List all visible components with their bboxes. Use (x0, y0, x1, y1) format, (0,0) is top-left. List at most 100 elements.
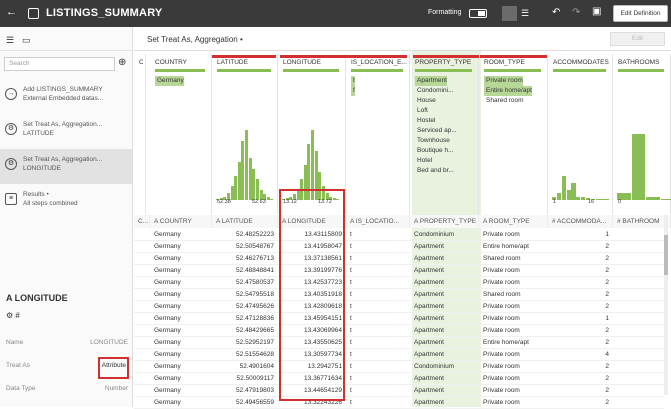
category-value[interactable]: Boutique h... (415, 146, 454, 156)
category-value[interactable]: Germany (155, 76, 184, 86)
column-profile-property_type[interactable]: PROPERTY_TYPEApartmentCondomini...HouseL… (410, 54, 479, 214)
steps-icon[interactable]: ☰ (6, 35, 14, 46)
table-cell: t (350, 385, 406, 397)
category-value[interactable]: House (415, 96, 436, 106)
column-name: ROOM_TYPE (484, 59, 545, 66)
table-row[interactable]: Germany52.4825222313.43115809tCondominiu… (134, 229, 664, 241)
category-value[interactable]: Hotel (415, 156, 432, 166)
add-step-icon[interactable]: ⊕ (118, 57, 126, 68)
properties-tabs[interactable]: ⚙ # (6, 311, 20, 320)
column-profile-is_location_e...[interactable]: IS_LOCATION_E...tf (346, 54, 410, 214)
property-underline (413, 55, 479, 58)
edit-definition-button[interactable]: Edit Definition (613, 5, 668, 22)
edit-button[interactable]: Edit (610, 32, 665, 46)
search-input[interactable]: Search (4, 57, 115, 71)
category-value[interactable]: Shared room (484, 96, 524, 106)
histogram-bar (581, 197, 585, 201)
left-panel: ☰ ▭ Search ⊕ → Add LISTINGS_SUMMARYExter… (0, 27, 133, 407)
step-results[interactable]: ≡ Results •All steps combined (0, 184, 132, 219)
undo-icon[interactable]: ↶ (552, 7, 560, 18)
data-icon[interactable]: ▭ (22, 35, 31, 46)
table-row[interactable]: Germany52.4749562613.42809618tApartmentP… (134, 301, 664, 313)
vertical-scrollbar[interactable] (664, 215, 668, 395)
histogram (216, 122, 276, 200)
table-cell: 52.52952197 (216, 337, 274, 349)
step-latitude[interactable]: ⚙ Set Treat As, Aggregation...LATITUDE (0, 114, 132, 149)
category-value[interactable]: Townhouse (415, 136, 450, 146)
table-row[interactable]: Germany52.4627671313.37138561tApartmentS… (134, 253, 664, 265)
table-cell: Shared room (483, 253, 544, 265)
histogram-bar (557, 193, 561, 200)
column-profile-room_type[interactable]: ROOM_TYPE Private roomEntire home/aptShar… (479, 54, 548, 214)
table-cell: Shared room (483, 289, 544, 301)
table-cell: Apartment (414, 385, 475, 397)
grid-header-2[interactable]: A LATITUDE (212, 215, 278, 228)
histogram-bar (600, 199, 604, 200)
category-value[interactable]: Serviced ap... (415, 126, 457, 136)
formatting-toggle[interactable] (469, 9, 487, 18)
category-value[interactable]: Loft (415, 106, 428, 116)
grid-header-7[interactable]: # ACCOMMODA... (548, 215, 613, 228)
back-arrow-icon[interactable]: ← (6, 6, 17, 18)
step-add-dataset[interactable]: → Add LISTINGS_SUMMARYExternal Embedded … (0, 79, 132, 114)
column-profile-oe[interactable]: OE (134, 54, 146, 214)
table-row[interactable]: Germany52.5479551813.40351918tApartmentS… (134, 289, 664, 301)
grid-header-1[interactable]: A COUNTRY (150, 215, 212, 228)
grid-header-5[interactable]: A PROPERTY_TYPE (410, 215, 479, 228)
column-profile-country[interactable]: COUNTRYGermany (150, 54, 212, 214)
table-row[interactable]: Germany52.5000911713.36771634tApartmentP… (134, 373, 664, 385)
histogram-bar (576, 197, 580, 201)
step-header: Set Treat As, Aggregation • Edit (134, 27, 671, 51)
location-underline (347, 55, 407, 58)
table-cell: 52.48848841 (216, 265, 274, 277)
grid-header-8[interactable]: # BATHROOM (613, 215, 671, 228)
grid-header-0[interactable]: C... (134, 215, 150, 228)
category-value[interactable]: Entire home/apt (484, 86, 532, 96)
grid-header-6[interactable]: A ROOM_TYPE (479, 215, 548, 228)
table-row[interactable]: Germany52.5155462813.30597734tApartmentP… (134, 349, 664, 361)
table-row[interactable]: Germany52.4842966513.43069964tApartmentP… (134, 325, 664, 337)
category-value[interactable]: Private room (484, 76, 523, 86)
table-row[interactable]: Germany52.5295219713.43550625tApartmentE… (134, 337, 664, 349)
histogram-bar (605, 199, 609, 200)
column-profile-bathrooms[interactable]: BATHROOMS0 (613, 54, 671, 214)
table-cell: Condominium (414, 229, 475, 241)
axis-label: 52.63 (252, 199, 266, 205)
histogram-bar (231, 186, 234, 200)
category-value[interactable]: Hostel (415, 116, 435, 126)
category-value[interactable]: f (351, 86, 355, 96)
save-icon[interactable]: ▣ (592, 6, 601, 17)
table-row[interactable]: Germany52.4758053713.42537723tApartmentP… (134, 277, 664, 289)
axis-label: 16 (588, 199, 594, 205)
treat-as-highlight (98, 357, 129, 379)
redo-icon[interactable]: ↷ (572, 7, 580, 18)
histogram-bar (646, 197, 660, 201)
table-cell: Apartment (414, 241, 475, 253)
table-cell: 2 (552, 325, 609, 337)
column-quality-bar (618, 69, 664, 72)
category-value[interactable]: Apartment (415, 76, 447, 86)
table-row[interactable]: Germany52.4945655913.32243226tApartmentP… (134, 397, 664, 409)
category-value[interactable]: t (351, 76, 355, 86)
table-cell: 52.47919803 (216, 385, 274, 397)
category-value[interactable]: Condomini... (415, 86, 454, 96)
table-cell: Private room (483, 265, 544, 277)
column-profile-latitude[interactable]: LATITUDE52.3852.63 (212, 54, 278, 214)
table-cell: 2 (552, 277, 609, 289)
column-quality-bar (217, 69, 271, 72)
table-cell: Apartment (414, 373, 475, 385)
table-row[interactable]: Germany52.4884884113.39199776tApartmentP… (134, 265, 664, 277)
category-value[interactable]: Bed and br... (415, 166, 454, 176)
table-row[interactable]: Germany52.4712883613.45954151tApartmentP… (134, 313, 664, 325)
table-row[interactable]: Germany52.4791980313.44654129tApartmentP… (134, 385, 664, 397)
table-cell: Private room (483, 385, 544, 397)
table-cell: 52.47580537 (216, 277, 274, 289)
table-row[interactable]: Germany52.490160413.2942751tCondominiumP… (134, 361, 664, 373)
column-profile-accommodates[interactable]: ACCOMMODATES116 (548, 54, 613, 214)
step-longitude[interactable]: ⚙ Set Treat As, Aggregation...LONGITUDE (0, 149, 132, 184)
grid-view-icon[interactable] (502, 6, 517, 21)
table-row[interactable]: Germany52.5054876713.41958047tApartmentE… (134, 241, 664, 253)
column-quality-bar (155, 69, 205, 72)
list-view-icon[interactable]: ☰ (521, 8, 529, 19)
grid-header-4[interactable]: A IS_LOCATIO... (346, 215, 410, 228)
